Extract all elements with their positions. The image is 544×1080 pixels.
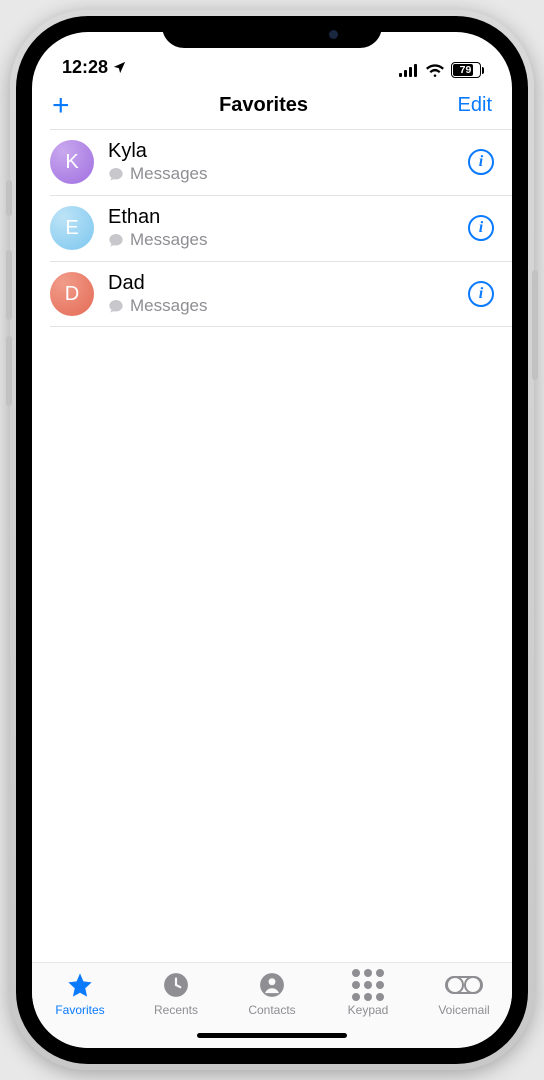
person-icon [259, 971, 285, 999]
favorite-row-dad[interactable]: D Dad Messages i [32, 261, 512, 327]
clock-icon [163, 971, 189, 999]
nav-bar: + Favorites Edit [32, 80, 512, 129]
cellular-icon [399, 63, 419, 77]
battery-pct: 79 [460, 64, 472, 76]
page-title: Favorites [219, 94, 308, 117]
row-text: Kyla Messages [108, 139, 468, 185]
avatar: D [50, 272, 94, 316]
tab-contacts[interactable]: Contacts [232, 971, 312, 1017]
notch [162, 16, 382, 48]
row-text: Dad Messages [108, 271, 468, 317]
wifi-icon [425, 63, 445, 77]
tab-label: Recents [154, 1003, 198, 1017]
tab-voicemail[interactable]: Voicemail [424, 971, 504, 1017]
messages-icon [108, 298, 124, 314]
messages-icon [108, 166, 124, 182]
tab-label: Keypad [348, 1003, 389, 1017]
location-icon [112, 60, 127, 75]
status-right: 79 [399, 62, 485, 78]
contact-subtitle: Messages [108, 295, 468, 317]
power-button [532, 270, 538, 380]
messages-icon [108, 232, 124, 248]
favorite-row-ethan[interactable]: E Ethan Messages i [32, 195, 512, 261]
voicemail-icon [445, 971, 483, 999]
row-text: Ethan Messages [108, 205, 468, 251]
contact-name: Dad [108, 271, 468, 295]
tab-keypad[interactable]: Keypad [328, 971, 408, 1017]
avatar: K [50, 140, 94, 184]
tab-recents[interactable]: Recents [136, 971, 216, 1017]
phone-device-frame: 12:28 79 [10, 10, 534, 1070]
status-left: 12:28 [62, 57, 127, 78]
add-button[interactable]: + [52, 96, 70, 116]
tab-label: Voicemail [438, 1003, 489, 1017]
contact-subtitle: Messages [108, 229, 468, 251]
edit-button[interactable]: Edit [458, 94, 492, 117]
subtitle-label: Messages [130, 295, 207, 317]
keypad-icon [352, 971, 384, 999]
contact-name: Kyla [108, 139, 468, 163]
subtitle-label: Messages [130, 163, 207, 185]
avatar: E [50, 206, 94, 250]
volume-down-button [6, 336, 12, 406]
tab-favorites[interactable]: Favorites [40, 971, 120, 1017]
status-time: 12:28 [62, 57, 108, 78]
subtitle-label: Messages [130, 229, 207, 251]
favorites-list: K Kyla Messages i E Ethan [32, 129, 512, 962]
screen: 12:28 79 [32, 32, 512, 1048]
contact-name: Ethan [108, 205, 468, 229]
star-icon [66, 971, 94, 999]
mute-switch [6, 180, 12, 216]
home-indicator[interactable] [197, 1033, 347, 1038]
favorite-row-kyla[interactable]: K Kyla Messages i [32, 129, 512, 195]
battery-indicator: 79 [451, 62, 485, 78]
volume-up-button [6, 250, 12, 320]
info-button[interactable]: i [468, 281, 494, 307]
phone-bezel: 12:28 79 [16, 16, 528, 1064]
tab-label: Contacts [248, 1003, 295, 1017]
contact-subtitle: Messages [108, 163, 468, 185]
info-button[interactable]: i [468, 149, 494, 175]
tab-label: Favorites [55, 1003, 104, 1017]
info-button[interactable]: i [468, 215, 494, 241]
